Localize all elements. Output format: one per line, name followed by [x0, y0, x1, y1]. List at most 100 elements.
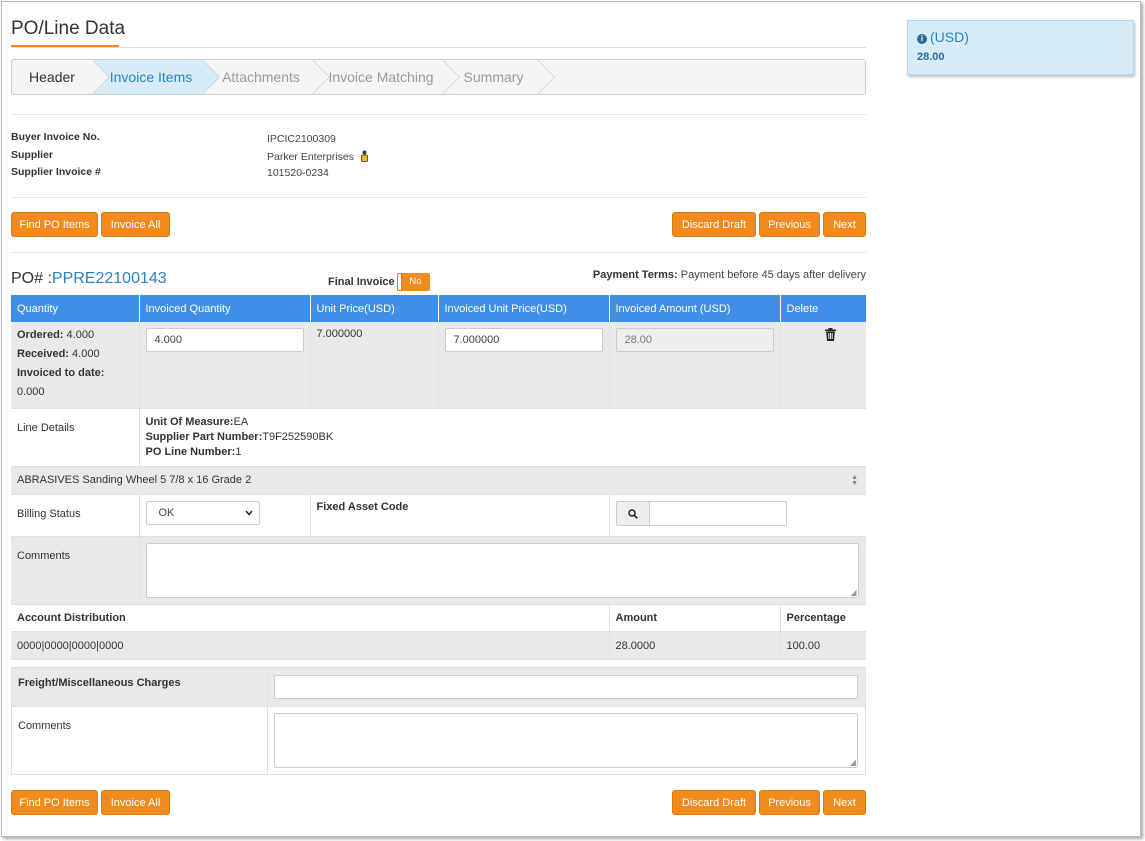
po-number-link[interactable]: PPRE22100143 [52, 270, 167, 287]
col-invoiced-unit-price: Invoiced Unit Price(USD) [438, 295, 610, 322]
uom-value: EA [233, 416, 249, 428]
line-details-cell: Unit Of Measure:EA Supplier Part Number:… [139, 408, 866, 467]
description-row: ABRASIVES Sanding Wheel 5 7/8 x 16 Grade… [11, 466, 866, 495]
invoiced-unit-price-cell: 7.000000 [438, 322, 610, 409]
invoiced-quantity-cell: 4.000 [139, 322, 311, 409]
line-details-label: Line Details [11, 408, 140, 467]
info-icon: i [917, 34, 927, 44]
quantity-cell: Ordered: 4.000 Received: 4.000 Invoiced … [11, 322, 140, 409]
uom-label: Unit Of Measure: [145, 416, 234, 428]
currency-heading: i (USD) [917, 29, 969, 45]
search-icon[interactable] [616, 502, 650, 525]
freight-input[interactable] [274, 675, 858, 699]
page-title: PO/Line Data [11, 18, 126, 39]
fixed-asset-cell [609, 494, 866, 537]
payment-terms-value: Payment before 45 days after delivery [680, 269, 866, 281]
payment-terms-label: Payment Terms: [592, 269, 678, 281]
ordered-label: Ordered: [17, 329, 64, 341]
freight-comments-row: Comments ◢ [11, 706, 866, 775]
currency-summary-panel: i (USD) 28.00 [907, 20, 1134, 75]
supplier-part-label: Supplier Part Number: [145, 431, 263, 443]
billing-status-label: Billing Status [11, 494, 140, 537]
supplier-value: Parker Enterprises [267, 151, 354, 163]
step-label: Header [29, 69, 75, 85]
fixed-asset-input-group [615, 501, 787, 526]
col-invoiced-amount: Invoiced Amount (USD) [609, 295, 781, 322]
col-delete: Delete [780, 295, 866, 322]
account-percentage: 100.00 [780, 631, 866, 660]
chevron-down-icon [244, 502, 253, 532]
invoiced-quantity-input[interactable]: 4.000 [145, 328, 304, 352]
freight-comments-textarea[interactable]: ◢ [274, 713, 858, 768]
next-button[interactable]: Next [823, 212, 866, 237]
billing-status-select[interactable]: OK [145, 501, 260, 525]
trash-icon[interactable] [811, 328, 836, 344]
line-details-row: Line Details Unit Of Measure:EA Supplier… [11, 408, 866, 467]
step-invoice-matching[interactable]: Invoice Matching [312, 60, 460, 94]
account-amount: 28.0000 [609, 631, 781, 660]
payment-terms: Payment Terms: Payment before 45 days af… [593, 269, 866, 281]
freight-comments-label: Comments [11, 706, 268, 775]
billing-status-value: OK [158, 507, 175, 519]
po-line-table: Quantity Invoiced Quantity Unit Price(US… [11, 295, 866, 660]
invoice-all-button[interactable]: Invoice All [101, 790, 170, 815]
wizard-steps: Header Invoice Items Attachments Invoice… [11, 59, 866, 95]
freight-comments-cell: ◢ [267, 706, 866, 775]
step-label: Summary [463, 69, 524, 85]
account-dist-row: 0000|0000|0000|0000 28.0000 100.00 [11, 631, 866, 660]
freight-table: Freight/Miscellaneous Charges Comments ◢ [11, 667, 866, 775]
account-distribution-label: Account Distribution [11, 604, 610, 632]
comments-textarea[interactable]: ◢ [145, 543, 859, 598]
invoiced-to-date-value: 0.000 [17, 386, 45, 398]
item-description: ABRASIVES Sanding Wheel 5 7/8 x 16 Grade… [17, 474, 252, 486]
discard-draft-button[interactable]: Discard Draft [672, 790, 756, 815]
fixed-asset-label: Fixed Asset Code [310, 494, 610, 537]
supplier-invoice-label: Supplier Invoice # [11, 166, 101, 178]
step-label: Attachments [222, 69, 300, 85]
supplier-invoice-value: 101520-0234 [267, 167, 329, 179]
invoiced-amount-field: 28.00 [615, 328, 774, 352]
previous-button[interactable]: Previous [759, 212, 820, 237]
resize-handle-icon[interactable]: ◢ [850, 758, 856, 767]
find-po-items-button[interactable]: Find PO Items [11, 212, 98, 237]
description-cell: ABRASIVES Sanding Wheel 5 7/8 x 16 Grade… [11, 466, 866, 495]
previous-button[interactable]: Previous [759, 790, 820, 815]
amount-label: Amount [609, 604, 781, 632]
comments-label: Comments [11, 536, 140, 605]
received-value: 4.000 [72, 348, 100, 360]
sort-arrows-icon[interactable]: ▲ ▼ [851, 474, 858, 487]
supplier-row: Parker Enterprises [267, 150, 368, 163]
received-label: Received: [17, 348, 69, 360]
final-invoice-toggle[interactable]: No [397, 273, 430, 291]
freight-label: Freight/Miscellaneous Charges [11, 667, 268, 707]
step-header[interactable]: Header [12, 60, 110, 94]
table-row: Ordered: 4.000 Received: 4.000 Invoiced … [11, 322, 866, 409]
resize-handle-icon[interactable]: ◢ [850, 588, 856, 597]
unit-price-cell: 7.000000 [310, 322, 439, 409]
invoiced-to-date-label: Invoiced to date: [17, 367, 105, 379]
title-rule [11, 47, 866, 48]
col-unit-price: Unit Price(USD) [310, 295, 439, 322]
po-line-value: 1 [235, 446, 242, 458]
final-invoice-toggle-text: No [409, 276, 422, 287]
percentage-label: Percentage [780, 604, 866, 632]
next-button[interactable]: Next [823, 790, 866, 815]
col-invoiced-quantity: Invoiced Quantity [139, 295, 311, 322]
invoice-all-button[interactable]: Invoice All [101, 212, 170, 237]
find-po-items-button[interactable]: Find PO Items [11, 790, 98, 815]
account-dist-header-row: Account Distribution Amount Percentage [11, 604, 866, 632]
discard-draft-button[interactable]: Discard Draft [672, 212, 756, 237]
invoiced-unit-price-input[interactable]: 7.000000 [444, 328, 603, 352]
supplier-info-icon[interactable] [360, 150, 368, 162]
step-label: Invoice Matching [328, 69, 434, 85]
divider [11, 252, 866, 253]
comments-row: Comments ◢ [11, 536, 866, 605]
account-value: 0000|0000|0000|0000 [11, 631, 610, 660]
final-invoice-label: Final Invoice : [328, 276, 402, 288]
fixed-asset-input[interactable] [649, 502, 786, 525]
invoiced-amount-cell: 28.00 [609, 322, 781, 409]
buyer-invoice-label: Buyer Invoice No. [11, 131, 100, 143]
divider [11, 197, 866, 198]
freight-cell [267, 667, 866, 707]
po-line-label: PO Line Number: [145, 446, 236, 458]
